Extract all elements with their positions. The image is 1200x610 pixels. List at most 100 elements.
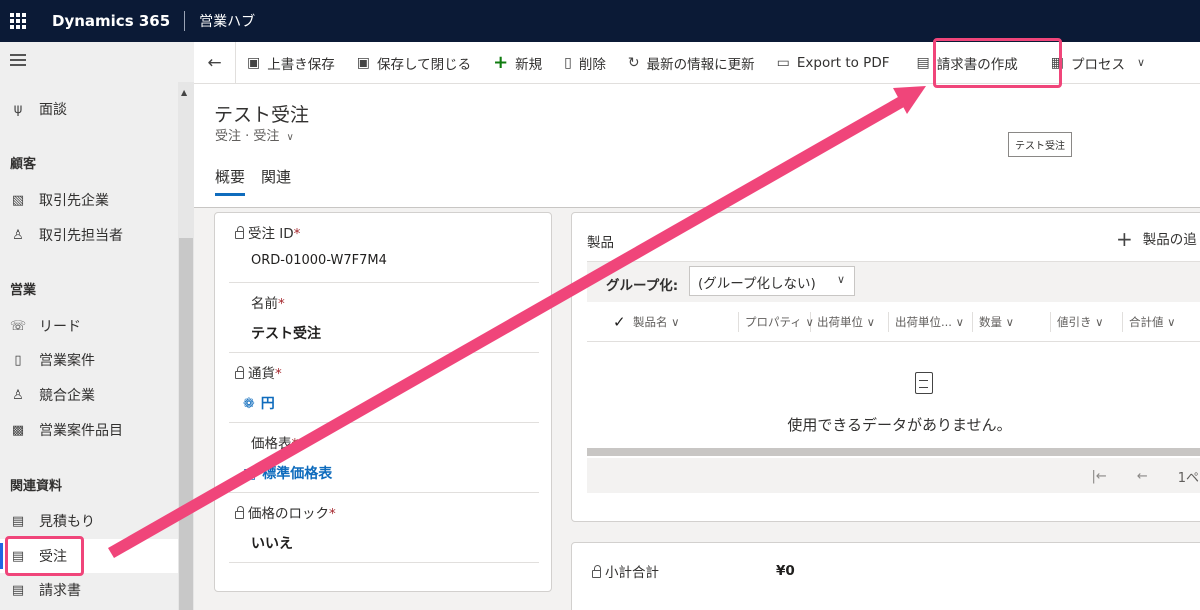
- save-icon: ▣: [247, 54, 261, 71]
- back-arrow-icon[interactable]: ←: [194, 41, 236, 84]
- price-lock-field[interactable]: 価格のロック* いいえ: [229, 493, 539, 563]
- sidebar-item-meetings[interactable]: ψ 面談: [0, 92, 178, 126]
- sidebar-item-accounts[interactable]: ▧ 取引先企業: [0, 183, 178, 217]
- hamburger-menu-icon[interactable]: [10, 54, 26, 69]
- sidebar-item-label: 請求書: [39, 583, 81, 599]
- sidebar-item-leads[interactable]: ☏ リード: [0, 309, 178, 343]
- meeting-icon: ψ: [13, 101, 23, 117]
- group-by-value: (グループ化しない): [698, 276, 816, 292]
- sidebar-scrollbar-thumb[interactable]: [179, 238, 193, 610]
- delete-label: 削除: [578, 56, 606, 73]
- record-subtitle-text: 受注 · 受注: [215, 129, 280, 144]
- sidebar-item-competitors[interactable]: ♙ 競合企業: [0, 378, 178, 412]
- products-section: 製品 + 製品の追 グループ化: (グループ化しない) ∨ ✓ 製品名 ∨ プロパ…: [571, 212, 1200, 522]
- lock-icon: [592, 565, 601, 578]
- refresh-button[interactable]: ↻ 最新の情報に更新: [617, 42, 766, 84]
- products-grid: グループ化: (グループ化しない) ∨ ✓ 製品名 ∨ プロパティ ∨ 出荷単位…: [587, 261, 1200, 493]
- field-value[interactable]: ▤ 標準価格表: [243, 463, 332, 483]
- currency-field[interactable]: 通貨* ❁ 円: [229, 353, 539, 423]
- record-header: テスト受注 受注 · 受注 ∨ テスト受注 概要 関連: [194, 84, 1200, 208]
- first-page-icon[interactable]: |←: [1092, 469, 1107, 484]
- opportunity-icon: ▯: [14, 352, 22, 368]
- column-product-name[interactable]: 製品名 ∨: [627, 311, 739, 332]
- document-icon: ▤: [916, 54, 930, 71]
- sidebar-item-label: 営業案件: [39, 353, 95, 369]
- lock-icon: [235, 506, 244, 519]
- save-label: 上書き保存: [267, 56, 335, 73]
- sidebar-group-customers: 顧客: [10, 157, 37, 172]
- refresh-label: 最新の情報に更新: [646, 56, 755, 73]
- app-launcher-icon[interactable]: [10, 13, 26, 29]
- column-properties[interactable]: プロパティ ∨: [739, 311, 814, 332]
- name-field[interactable]: 名前* テスト受注: [229, 283, 539, 353]
- field-label: 通貨*: [235, 362, 282, 382]
- sidebar-item-contacts[interactable]: ♙ 取引先担当者: [0, 218, 178, 252]
- column-unit[interactable]: 出荷単位 ∨: [811, 311, 889, 332]
- field-label: 価格のロック*: [235, 502, 336, 522]
- column-discount[interactable]: 値引き ∨: [1051, 311, 1123, 332]
- opportunity-product-icon: ▩: [11, 422, 25, 438]
- brand-name[interactable]: Dynamics 365: [52, 12, 170, 30]
- chevron-down-icon: ∨: [836, 273, 845, 286]
- lock-icon: [235, 226, 244, 239]
- tab-summary[interactable]: 概要: [215, 166, 246, 196]
- field-label: 価格表*: [251, 436, 299, 452]
- field-label: 名前*: [251, 296, 285, 312]
- price-list-field[interactable]: 価格表* ▤ 標準価格表: [229, 423, 539, 493]
- quote-icon: ▤: [11, 513, 25, 529]
- process-label: プロセス: [1070, 56, 1125, 73]
- new-button[interactable]: + 新規: [482, 42, 553, 84]
- delete-button[interactable]: ▯ 削除: [553, 42, 617, 84]
- contact-icon: ♙: [12, 227, 24, 243]
- order-id-field[interactable]: 受注 ID* ORD-01000-W7F7M4: [229, 213, 539, 283]
- pagination: |← ← 1ペー: [587, 458, 1200, 494]
- export-pdf-label: Export to PDF: [796, 54, 890, 71]
- plus-icon: +: [493, 52, 509, 73]
- column-quantity[interactable]: 数量 ∨: [973, 311, 1051, 332]
- sidebar-item-label: 取引先企業: [39, 193, 109, 209]
- highlight-create-invoice: [933, 38, 1062, 88]
- totals-section: 小計合計 ¥0: [571, 542, 1200, 610]
- field-value: いいえ: [251, 536, 293, 552]
- scroll-up-icon[interactable]: ▲: [181, 88, 187, 97]
- sidebar-item-label: リード: [39, 319, 81, 335]
- empty-state: 使用できるデータがありません。: [587, 342, 1200, 458]
- price-list-icon: ▤: [243, 466, 257, 482]
- document-icon: [915, 372, 933, 394]
- sidebar-item-label: 面談: [39, 102, 67, 118]
- chevron-down-icon: ∨: [286, 132, 294, 143]
- save-close-icon: ▣: [356, 54, 370, 71]
- tooltip: テスト受注: [1008, 132, 1072, 157]
- general-section: 受注 ID* ORD-01000-W7F7M4 名前* テスト受注 通貨* ❁ 円…: [214, 212, 552, 592]
- sidebar-item-opportunity-products[interactable]: ▩ 営業案件品目: [0, 413, 178, 447]
- sidebar-item-opportunities[interactable]: ▯ 営業案件: [0, 343, 178, 377]
- horizontal-scrollbar[interactable]: [587, 448, 1200, 456]
- competitor-icon: ♙: [12, 387, 24, 403]
- lock-icon: [235, 366, 244, 379]
- tab-related[interactable]: 関連: [261, 166, 291, 196]
- column-unit-2[interactable]: 出荷単位... ∨: [889, 311, 973, 332]
- page-title: テスト受注: [214, 104, 310, 126]
- add-product-button[interactable]: + 製品の追: [1116, 227, 1197, 251]
- page-indicator: 1ペー: [1177, 470, 1200, 486]
- sidebar-group-sales: 営業: [10, 283, 37, 298]
- sidebar-item-quotes[interactable]: ▤ 見積もり: [0, 504, 178, 538]
- save-button[interactable]: ▣ 上書き保存: [236, 42, 346, 84]
- account-icon: ▧: [11, 192, 25, 208]
- sidebar-item-invoices[interactable]: ▤ 請求書: [0, 573, 178, 607]
- previous-page-icon[interactable]: ←: [1137, 469, 1148, 484]
- sidebar-item-label: 見積もり: [39, 514, 95, 530]
- tab-list: 概要 関連: [215, 166, 307, 196]
- field-label: 受注 ID*: [235, 222, 300, 242]
- record-subtitle[interactable]: 受注 · 受注 ∨: [215, 125, 294, 144]
- app-name[interactable]: 営業ハブ: [199, 11, 255, 31]
- main-content: 受注 ID* ORD-01000-W7F7M4 名前* テスト受注 通貨* ❁ 円…: [194, 208, 1200, 610]
- column-total[interactable]: 合計値 ∨: [1123, 312, 1192, 332]
- select-all-checkbox[interactable]: ✓: [587, 312, 627, 332]
- field-value[interactable]: ❁ 円: [243, 393, 275, 413]
- empty-message: 使用できるデータがありません。: [787, 416, 1012, 434]
- new-label: 新規: [515, 56, 543, 73]
- export-pdf-button[interactable]: ▭ Export to PDF: [766, 42, 901, 84]
- save-and-close-button[interactable]: ▣ 保存して閉じる: [346, 42, 482, 84]
- group-by-select[interactable]: (グループ化しない) ∨: [689, 266, 855, 296]
